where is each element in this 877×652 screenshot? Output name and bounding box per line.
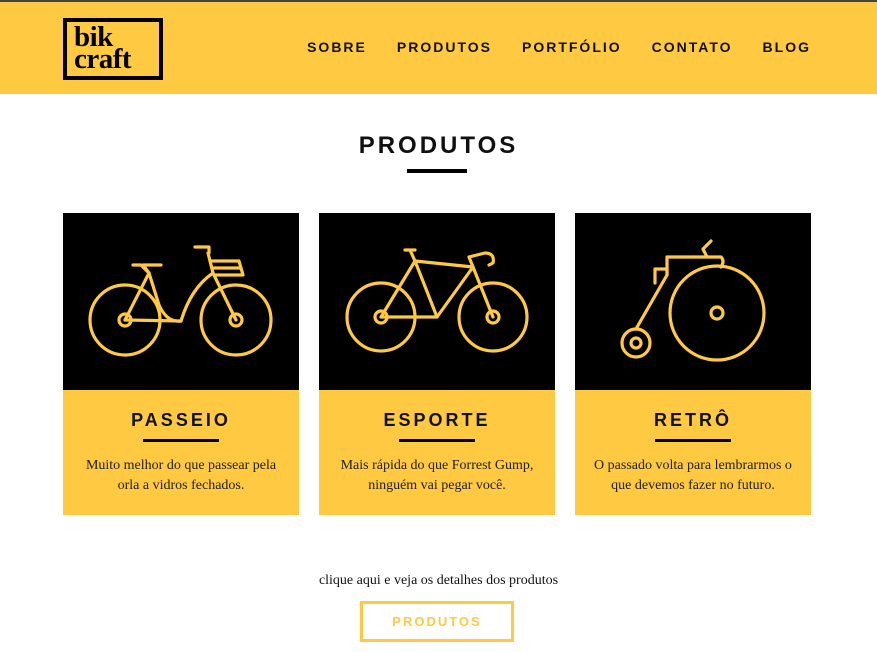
- city-bike-icon: [88, 245, 273, 357]
- product-name: RETRÔ: [654, 410, 732, 430]
- product-image: [63, 213, 299, 390]
- product-image: [575, 213, 811, 390]
- bikcraft-logo[interactable]: bik craft: [63, 18, 163, 80]
- nav-link-produtos[interactable]: PRODUTOS: [397, 39, 492, 55]
- product-info: PASSEIO Muito melhor do que passear pela…: [63, 390, 299, 515]
- product-description: Mais rápida do que Forrest Gump, ninguém…: [340, 458, 534, 493]
- product-card-esporte[interactable]: ESPORTE Mais rápida do que Forrest Gump,…: [319, 213, 555, 515]
- product-name: ESPORTE: [383, 410, 491, 430]
- product-name: PASSEIO: [131, 410, 231, 430]
- product-card-passeio[interactable]: PASSEIO Muito melhor do que passear pela…: [63, 213, 299, 515]
- nav-link-contato[interactable]: CONTATO: [652, 39, 733, 55]
- product-description: Muito melhor do que passear pela orla a …: [85, 458, 277, 493]
- logo-line-2: craft: [74, 43, 132, 75]
- product-info: ESPORTE Mais rápida do que Forrest Gump,…: [319, 390, 555, 515]
- nav-link-blog[interactable]: BLOG: [763, 39, 811, 55]
- main-nav: SOBRE PRODUTOS PORTFÓLIO CONTATO BLOG: [307, 39, 811, 55]
- product-image: [319, 213, 555, 390]
- title-underline: [407, 169, 467, 173]
- nav-link-portfolio[interactable]: PORTFÓLIO: [522, 39, 622, 55]
- section-title: PRODUTOS: [358, 132, 519, 159]
- nav-link-sobre[interactable]: SOBRE: [307, 39, 367, 55]
- product-name-underline: [399, 439, 475, 442]
- products-button[interactable]: PRODUTOS: [360, 601, 514, 642]
- product-name-underline: [143, 439, 219, 442]
- road-bike-icon: [345, 248, 529, 353]
- product-name-underline: [655, 439, 731, 442]
- site-header: bik craft SOBRE PRODUTOS PORTFÓLIO CONTA…: [0, 0, 877, 94]
- product-description: O passado volta para lembrarmos o que de…: [594, 458, 792, 493]
- penny-farthing-icon: [620, 239, 766, 362]
- product-card-retro[interactable]: RETRÔ O passado volta para lembrarmos o …: [575, 213, 811, 515]
- product-info: RETRÔ O passado volta para lembrarmos o …: [575, 390, 811, 515]
- cta-text: clique aqui e veja os detalhes dos produ…: [318, 573, 559, 588]
